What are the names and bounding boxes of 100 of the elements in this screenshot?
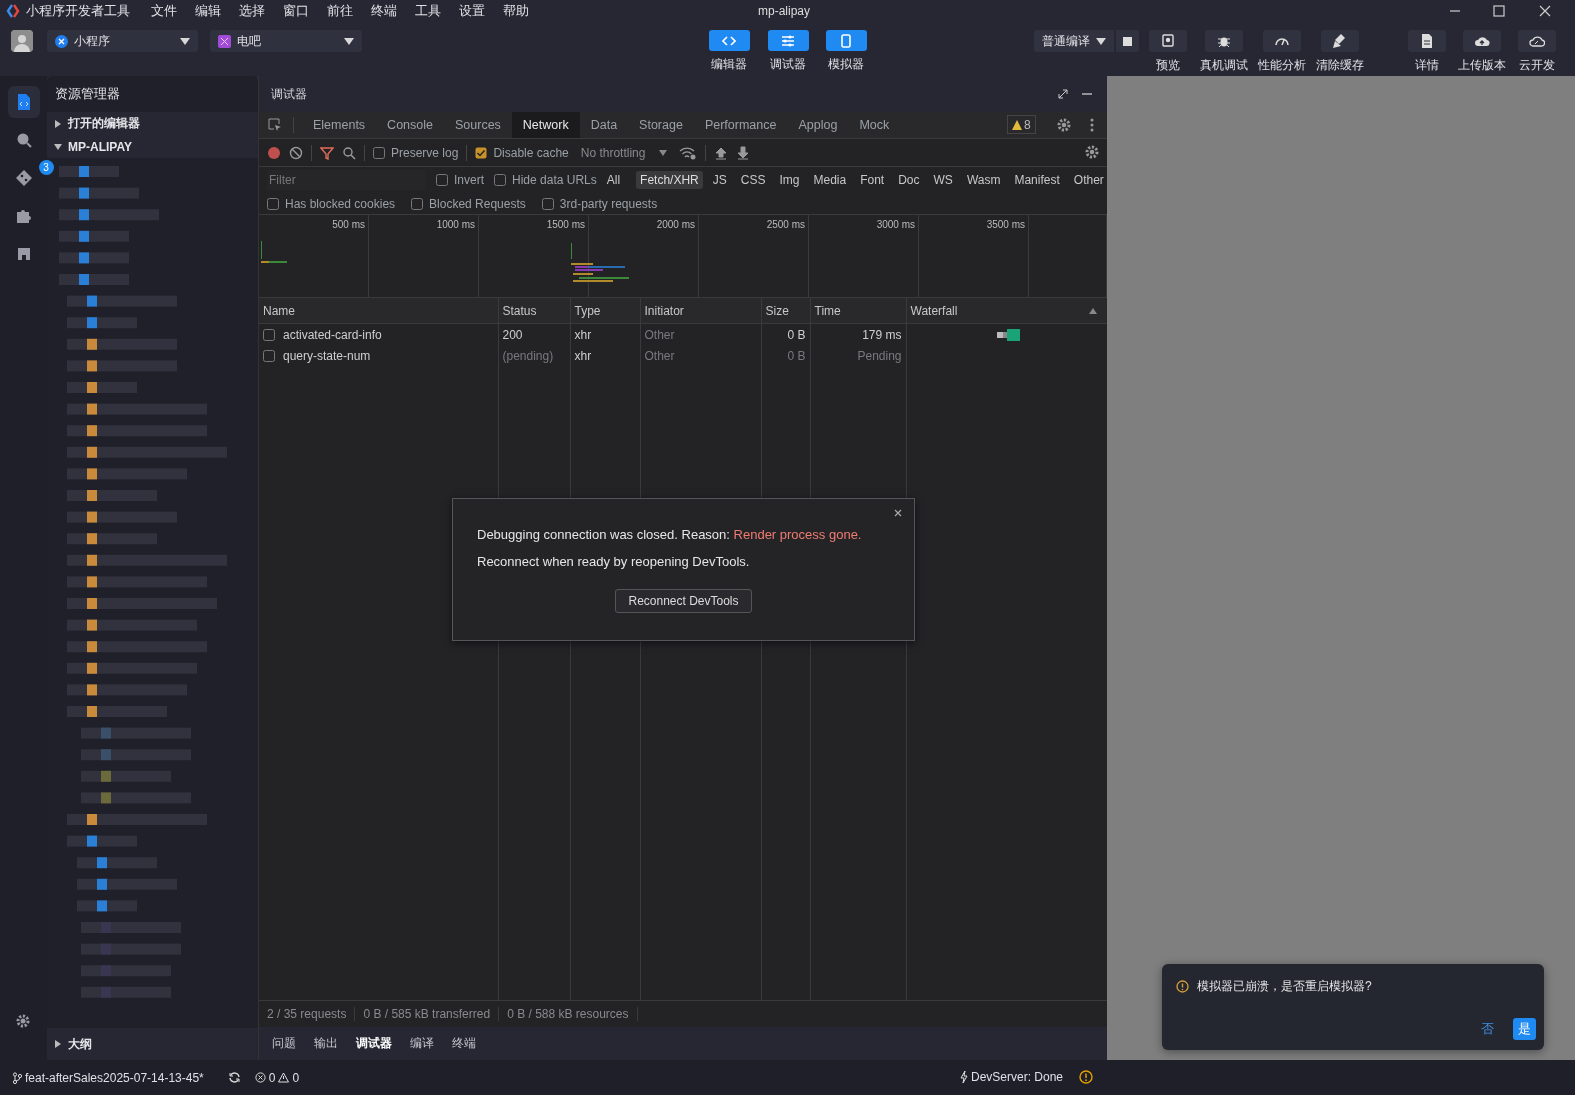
- sync-icon[interactable]: [227, 1071, 241, 1084]
- filter-icon[interactable]: [320, 145, 334, 160]
- devtools-tab[interactable]: Storage: [628, 112, 694, 138]
- checkbox[interactable]: [373, 146, 385, 159]
- collapsed-arrow-icon[interactable]: [54, 1040, 62, 1048]
- toolbar-action-label[interactable]: 预览: [1156, 57, 1180, 74]
- maximize-icon[interactable]: [1493, 5, 1505, 17]
- panel-tab[interactable]: 问题: [263, 1035, 305, 1052]
- menu-item[interactable]: 终端: [362, 2, 406, 20]
- explorer-section-header[interactable]: 打开的编辑器: [47, 112, 258, 135]
- close-icon[interactable]: [894, 509, 902, 517]
- toolbar-action-button[interactable]: [1518, 30, 1556, 52]
- record-icon[interactable]: [267, 145, 281, 160]
- reconnect-button[interactable]: Reconnect DevTools: [615, 589, 752, 613]
- filter-type-button[interactable]: Media: [809, 171, 851, 189]
- filter-type-button[interactable]: WS: [929, 171, 957, 189]
- checkbox[interactable]: [436, 174, 448, 186]
- column-header[interactable]: Type: [570, 298, 640, 324]
- activity-bar-item[interactable]: [7, 86, 40, 118]
- column-header[interactable]: Name: [259, 298, 498, 324]
- filter-type-button[interactable]: Other: [1069, 171, 1108, 189]
- devtools-tab[interactable]: Performance: [693, 112, 788, 138]
- filter-type-button[interactable]: JS: [708, 171, 731, 189]
- menu-item[interactable]: 帮助: [494, 2, 538, 20]
- devtools-tab[interactable]: Sources: [444, 112, 512, 138]
- cancel-button[interactable]: 否: [1476, 1018, 1499, 1040]
- checkbox[interactable]: [267, 197, 279, 210]
- row-checkbox[interactable]: [263, 349, 275, 362]
- problems-indicator[interactable]: 0 0: [254, 1070, 300, 1085]
- dev-server-status[interactable]: DevServer: Done: [960, 1070, 1064, 1084]
- column-header[interactable]: Waterfall: [906, 298, 1107, 324]
- close-icon[interactable]: [1539, 5, 1551, 17]
- project-type-dropdown[interactable]: 小程序: [47, 30, 198, 52]
- menu-item[interactable]: 文件: [142, 2, 186, 20]
- checkbox[interactable]: [541, 197, 554, 210]
- toolbar-action-button[interactable]: [1205, 30, 1243, 52]
- devtools-tab[interactable]: Mock: [848, 112, 901, 138]
- devtools-tab[interactable]: Applog: [787, 112, 849, 138]
- wifi-settings-icon[interactable]: [679, 145, 698, 160]
- settings-icon[interactable]: [1057, 118, 1071, 132]
- toolbar-action-button[interactable]: [1149, 30, 1187, 52]
- menu-item[interactable]: 编辑: [186, 2, 230, 20]
- devtools-tab[interactable]: Network: [511, 112, 580, 138]
- menu-item[interactable]: 设置: [450, 2, 494, 20]
- confirm-button[interactable]: 是: [1513, 1018, 1536, 1040]
- checkbox[interactable]: [475, 146, 488, 159]
- panel-tab[interactable]: 输出: [305, 1035, 347, 1052]
- devtools-tab[interactable]: Elements: [302, 112, 377, 138]
- filter-type-button[interactable]: Wasm: [962, 171, 1005, 189]
- column-header[interactable]: Time: [810, 298, 906, 324]
- expanded-arrow-icon[interactable]: [54, 142, 62, 151]
- menu-item[interactable]: 工具: [406, 2, 450, 20]
- checkbox[interactable]: [494, 174, 506, 186]
- toolbar-action-label[interactable]: 真机调试: [1200, 57, 1248, 74]
- collapsed-arrow-icon[interactable]: [54, 119, 62, 128]
- compile-mode-dropdown[interactable]: 普通编译: [1034, 30, 1114, 52]
- column-header[interactable]: Status: [498, 298, 570, 324]
- toolbar-action-label[interactable]: 清除缓存: [1316, 57, 1364, 74]
- filter-type-button[interactable]: Img: [775, 171, 804, 189]
- download-icon[interactable]: [736, 145, 751, 160]
- toolbar-action-button[interactable]: [1463, 30, 1501, 52]
- settings-icon[interactable]: [16, 1014, 30, 1028]
- panel-tab[interactable]: 调试器: [347, 1035, 401, 1052]
- settings-icon[interactable]: [1085, 145, 1099, 159]
- menu-item[interactable]: 选择: [230, 2, 274, 20]
- explorer-section-header[interactable]: 大纲: [47, 1028, 258, 1060]
- row-checkbox[interactable]: [263, 328, 275, 341]
- toolbar-action-label[interactable]: 上传版本: [1458, 57, 1506, 74]
- panel-tab[interactable]: 终端: [443, 1035, 485, 1052]
- column-header[interactable]: Initiator: [640, 298, 761, 324]
- filter-type-button[interactable]: Manifest: [1010, 171, 1064, 189]
- toolbar-action-button[interactable]: [1408, 30, 1446, 52]
- branch-label[interactable]: feat-afterSales2025-07-14-13-45*: [12, 1070, 204, 1085]
- toolbar-action-label[interactable]: 性能分析: [1258, 57, 1306, 74]
- devtools-tab[interactable]: Console: [376, 112, 444, 138]
- alert-icon[interactable]: [1079, 1070, 1093, 1084]
- clear-icon[interactable]: [289, 145, 303, 160]
- toolbar-action-button[interactable]: [1321, 30, 1359, 52]
- stop-button[interactable]: [1116, 30, 1139, 52]
- menu-item[interactable]: 窗口: [274, 2, 318, 20]
- search-icon[interactable]: [342, 145, 356, 160]
- column-header[interactable]: Size: [761, 298, 810, 324]
- toolbar-action-label[interactable]: 详情: [1415, 57, 1439, 74]
- toolbar-action-label[interactable]: 云开发: [1519, 57, 1555, 74]
- project-dropdown[interactable]: 电吧: [210, 30, 362, 52]
- checkbox[interactable]: [411, 197, 424, 210]
- devtools-tab[interactable]: Data: [579, 112, 629, 138]
- expand-icon[interactable]: [1057, 88, 1069, 100]
- panel-tab[interactable]: 编译: [401, 1035, 443, 1052]
- view-toggle-button[interactable]: 编辑器: [699, 30, 759, 73]
- upload-icon[interactable]: [714, 145, 729, 160]
- avatar-icon[interactable]: [11, 30, 33, 52]
- more-icon[interactable]: [1090, 118, 1094, 132]
- throttling-dropdown[interactable]: No throttling: [576, 145, 672, 160]
- view-toggle-button[interactable]: 模拟器: [816, 30, 876, 73]
- filter-type-button[interactable]: All: [602, 171, 625, 189]
- warning-count-badge[interactable]: 8: [1007, 115, 1036, 134]
- toolbar-action-button[interactable]: [1263, 30, 1301, 52]
- menu-item[interactable]: 前往: [318, 2, 362, 20]
- filter-type-button[interactable]: Doc: [894, 171, 924, 189]
